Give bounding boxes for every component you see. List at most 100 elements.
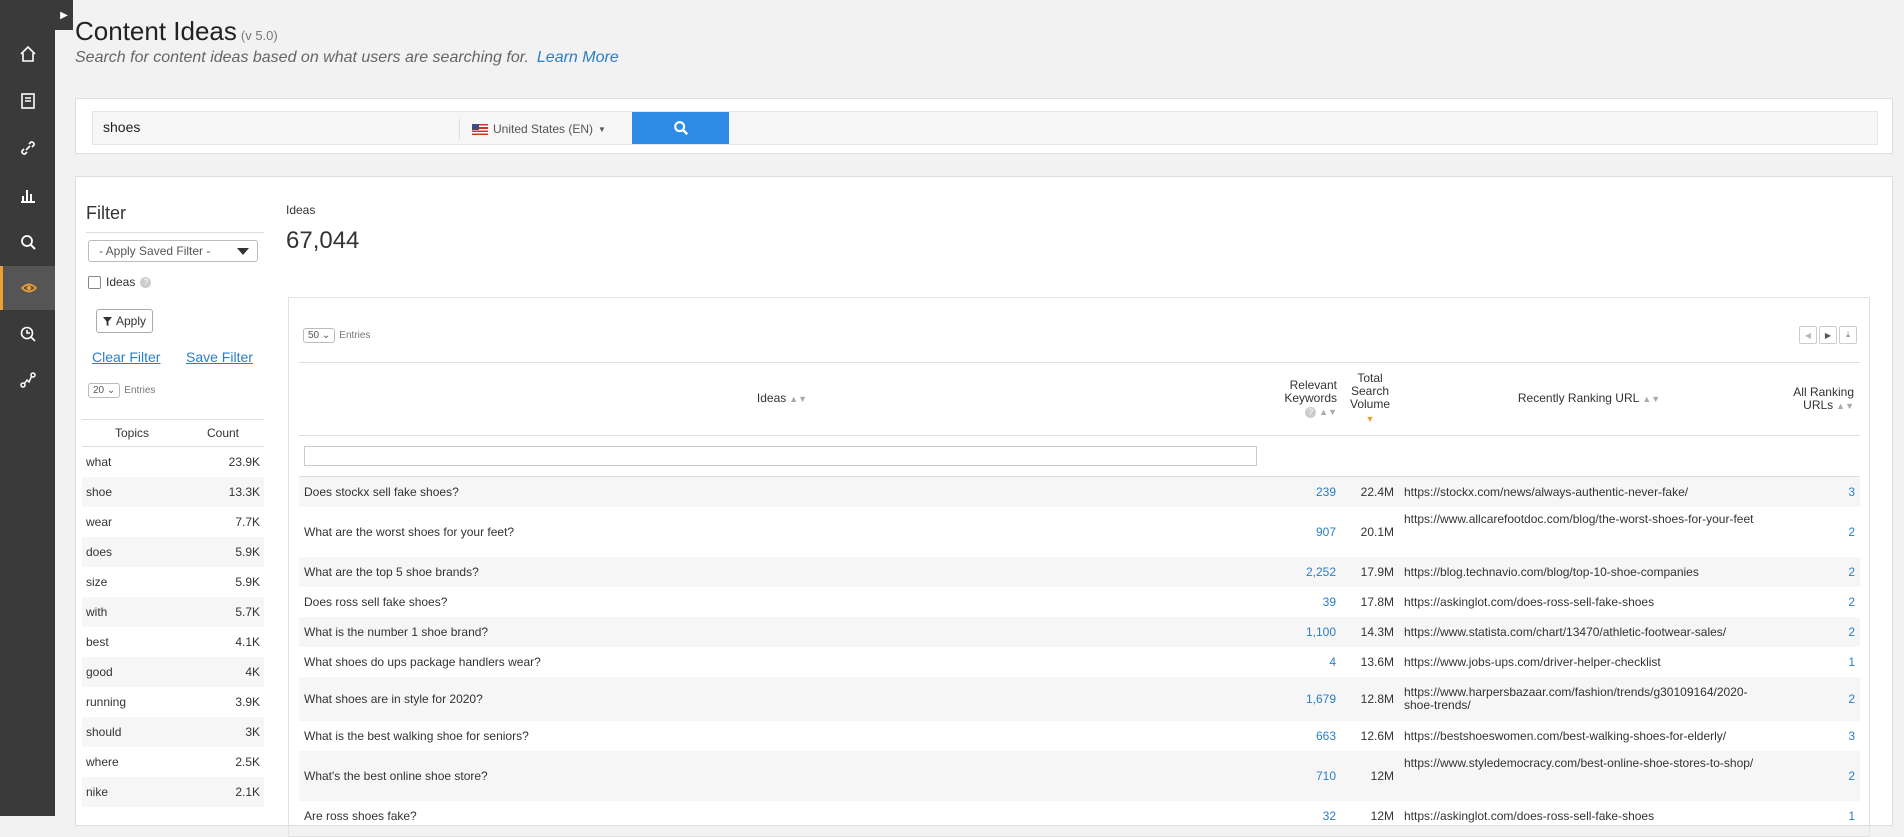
home-icon[interactable] — [0, 32, 55, 76]
idea-cell: Does ross sell fake shoes? — [304, 595, 448, 609]
topic-name[interactable]: with — [82, 597, 183, 627]
relevant-keywords-column-header[interactable]: Relevant Keywords? ▲▼ — [1265, 362, 1341, 436]
help-icon[interactable]: ? — [1305, 407, 1317, 418]
topic-row[interactable]: size 5.9K — [82, 567, 264, 597]
entries-select[interactable]: 50 ⌄ — [303, 328, 336, 343]
ranking-urls-link[interactable]: 2 — [1779, 557, 1860, 587]
rank-tracker-icon[interactable] — [0, 312, 55, 356]
ideas-header-label: Ideas — [756, 391, 787, 405]
apply-button[interactable]: Apply — [96, 309, 154, 333]
column-filter-row — [299, 435, 1860, 477]
next-page-icon[interactable]: ▶ — [1819, 326, 1837, 344]
keywords-link[interactable]: 710 — [1265, 751, 1341, 801]
ideas-count-value: 67,044 — [286, 227, 360, 254]
topic-row[interactable]: does 5.9K — [82, 537, 264, 567]
search-input[interactable]: shoes — [103, 119, 140, 135]
keywords-link[interactable]: 2,252 — [1265, 557, 1341, 587]
ranking-urls-link[interactable]: 2 — [1779, 677, 1860, 721]
download-icon[interactable]: ⤓ — [1839, 326, 1857, 344]
table-row: What is the best walking shoe for senior… — [299, 721, 1860, 751]
chevron-down-icon: ▼ — [598, 124, 606, 134]
keywords-link[interactable]: 239 — [1265, 476, 1341, 507]
topic-name[interactable]: shoe — [82, 477, 183, 507]
help-icon[interactable]: ? — [140, 276, 152, 288]
ideas-checkbox[interactable] — [88, 275, 101, 289]
keywords-link[interactable]: 32 — [1265, 801, 1341, 831]
keywords-link[interactable]: 907 — [1265, 507, 1341, 557]
topic-name[interactable]: what — [82, 447, 182, 478]
ideas-count-label: Ideas — [286, 203, 316, 217]
topic-row[interactable]: nike 2.1K — [82, 777, 264, 807]
topic-count: 4.1K — [235, 635, 260, 649]
topic-row[interactable]: with 5.7K — [82, 597, 264, 627]
topic-count: 3.9K — [235, 695, 260, 709]
save-filter-link[interactable]: Save Filter — [186, 349, 253, 365]
topic-row[interactable]: best 4.1K — [82, 627, 264, 657]
url-cell: https://askinglot.com/does-ross-sell-fak… — [1404, 594, 1655, 609]
workflow-icon[interactable] — [0, 358, 55, 402]
idea-cell: What are the top 5 shoe brands? — [299, 557, 1265, 587]
ranking-urls-link[interactable]: 2 — [1779, 751, 1860, 801]
all-ranking-urls-column-header[interactable]: All Ranking URLs ▲▼ — [1779, 362, 1860, 436]
topic-name[interactable]: wear — [82, 507, 182, 537]
filter-heading: Filter — [86, 203, 126, 223]
topic-row[interactable]: shoe 13.3K — [82, 477, 264, 507]
clear-filter-link[interactable]: Clear Filter — [92, 349, 160, 365]
topic-row[interactable]: where 2.5K — [82, 747, 264, 777]
keywords-link[interactable]: 1,100 — [1265, 617, 1341, 647]
topic-row[interactable]: good 4K — [82, 657, 264, 687]
total-search-volume-column-header[interactable]: Total Search Volume ▼ — [1341, 362, 1399, 436]
topic-name[interactable]: size — [82, 567, 182, 597]
page-subtitle: Search for content ideas based on what u… — [75, 49, 619, 67]
topic-name[interactable]: should — [82, 717, 183, 747]
topic-name[interactable]: good — [82, 657, 183, 687]
ranking-urls-link[interactable]: 2 — [1779, 587, 1860, 617]
total-search-volume-header-label: Total Search Volume — [1349, 371, 1391, 411]
table-row: Does ross sell fake shoes? 39 17.8M https:/… — [299, 587, 1860, 617]
topic-row[interactable]: running 3.9K — [82, 687, 264, 717]
document-icon[interactable] — [0, 79, 55, 123]
prev-page-icon[interactable]: ◀ — [1799, 326, 1817, 344]
keywords-link[interactable]: 663 — [1265, 721, 1341, 751]
topics-column-header[interactable]: Topics — [82, 419, 183, 447]
topic-name[interactable]: does — [82, 537, 183, 567]
ranking-urls-link[interactable]: 2 — [1779, 617, 1860, 647]
recently-ranking-url-column-header[interactable]: Recently Ranking URL ▲▼ — [1399, 362, 1779, 436]
keywords-link[interactable]: 39 — [1265, 587, 1341, 617]
url-cell: https://www.harpersbazaar.com/fashion/tr… — [1399, 677, 1779, 721]
ranking-urls-link[interactable]: 1 — [1779, 647, 1860, 677]
topic-name[interactable]: running — [82, 687, 182, 717]
volume-cell: 12.8M — [1341, 677, 1399, 721]
keywords-link[interactable]: 1,679 — [1265, 677, 1341, 721]
link-icon[interactable] — [0, 126, 55, 170]
topic-row[interactable]: what 23.9K — [82, 447, 264, 478]
topics-entries-select[interactable]: 20 ⌄ — [88, 383, 121, 398]
ranking-urls-link[interactable]: 3 — [1779, 476, 1860, 507]
ranking-urls-link[interactable]: 3 — [1779, 721, 1860, 751]
topic-name[interactable]: nike — [82, 777, 183, 807]
search-button[interactable] — [632, 112, 729, 144]
ideas-filter-input[interactable] — [304, 446, 1257, 466]
topic-name[interactable]: best — [82, 627, 182, 657]
volume-cell: 12M — [1341, 751, 1399, 801]
filter-divider — [86, 232, 264, 233]
topic-row[interactable]: should 3K — [82, 717, 264, 747]
country-dropdown[interactable]: United States (EN) ▼ — [459, 119, 606, 139]
keywords-link[interactable]: 4 — [1265, 647, 1341, 677]
bar-chart-icon[interactable] — [0, 173, 55, 217]
search-icon[interactable] — [0, 220, 55, 264]
volume-cell: 12M — [1370, 809, 1394, 823]
content-ideas-icon[interactable] — [0, 266, 55, 310]
count-column-header[interactable]: Count — [182, 419, 264, 447]
ideas-column-header[interactable]: Ideas ▲▼ — [299, 362, 1265, 436]
saved-filter-dropdown[interactable]: - Apply Saved Filter - — [88, 240, 258, 262]
table-row: What are the top 5 shoe brands? 2,252 17.9… — [299, 557, 1860, 587]
url-cell: https://www.jobs-ups.com/driver-helper-c… — [1404, 654, 1661, 669]
learn-more-link[interactable]: Learn More — [537, 49, 619, 66]
ranking-urls-link[interactable]: 2 — [1779, 507, 1860, 557]
sidebar-toggle-icon[interactable]: ▶ — [55, 0, 73, 30]
topic-row[interactable]: wear 7.7K — [82, 507, 264, 537]
topic-count: 2.1K — [182, 777, 264, 807]
ranking-urls-link[interactable]: 1 — [1779, 801, 1860, 831]
topic-name[interactable]: where — [82, 747, 182, 777]
